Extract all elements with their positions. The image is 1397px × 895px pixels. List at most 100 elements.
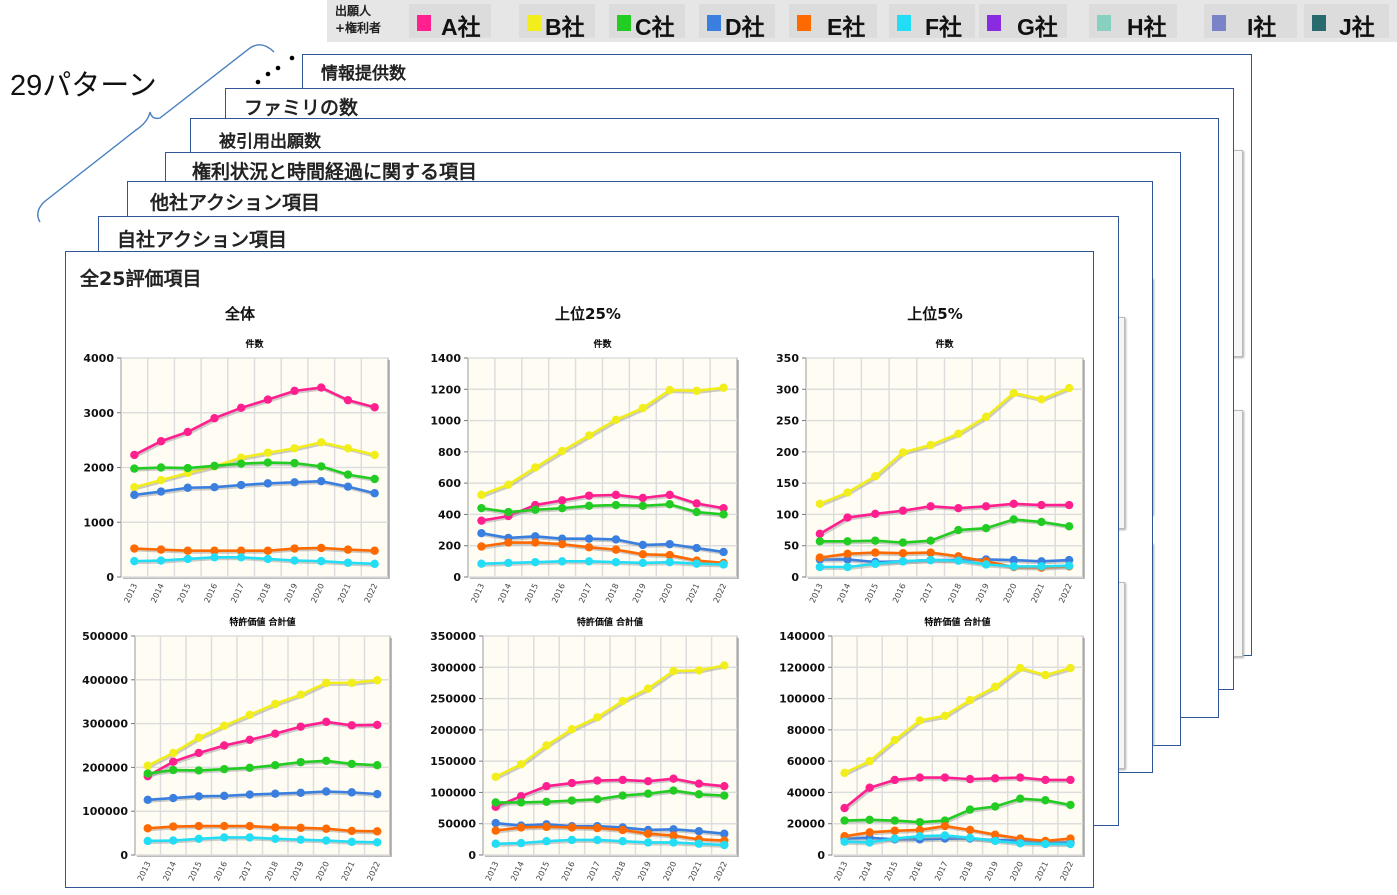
data-point: [593, 835, 602, 845]
data-point: [990, 682, 1000, 692]
y-tick-label: 0: [817, 849, 825, 862]
data-point: [890, 735, 899, 745]
data-point: [843, 513, 852, 522]
x-tick-label: 2022: [1059, 860, 1076, 882]
data-point: [719, 547, 728, 557]
data-point: [871, 559, 880, 569]
data-point: [322, 836, 331, 845]
data-point: [618, 696, 627, 706]
x-tick-label: 2015: [883, 860, 900, 882]
chart-subtitle: 件数: [935, 338, 954, 350]
data-point: [898, 506, 908, 515]
data-point: [290, 444, 299, 453]
x-tick-label: 2019: [283, 582, 300, 604]
data-point: [720, 781, 729, 791]
data-point: [531, 557, 540, 567]
data-point: [504, 538, 513, 547]
y-tick-label: 100000: [430, 786, 476, 799]
data-point: [669, 838, 678, 847]
data-point: [638, 403, 648, 413]
data-point: [477, 559, 486, 568]
data-point: [965, 805, 975, 814]
data-point: [169, 822, 178, 831]
x-tick-label: 2016: [891, 582, 908, 604]
data-point: [871, 536, 880, 545]
data-point: [296, 690, 305, 699]
data-point: [477, 529, 486, 538]
data-point: [143, 795, 152, 805]
x-tick-label: 2022: [712, 860, 729, 882]
data-point: [1037, 517, 1046, 527]
data-point: [271, 823, 280, 832]
data-point: [557, 503, 567, 513]
x-tick-label: 2022: [1057, 582, 1074, 604]
data-point: [954, 503, 963, 513]
x-tick-label: 2021: [685, 582, 702, 604]
data-point: [915, 817, 925, 827]
data-point: [296, 722, 305, 731]
data-point: [210, 553, 219, 562]
data-point: [1066, 800, 1075, 810]
data-point: [542, 837, 551, 846]
data-point: [584, 543, 594, 552]
chart-subtitle: 件数: [245, 338, 264, 350]
data-point: [694, 779, 704, 788]
data-point: [1041, 839, 1050, 849]
data-point: [618, 775, 627, 785]
x-tick-label: 2014: [161, 860, 178, 882]
data-point: [643, 789, 653, 798]
data-point: [531, 538, 540, 547]
data-point: [210, 461, 219, 471]
data-point: [1064, 522, 1074, 531]
y-tick-label: 80000: [787, 724, 826, 737]
x-tick-label: 2020: [1008, 860, 1025, 882]
data-point: [220, 833, 229, 842]
data-point: [1066, 775, 1075, 785]
chart-subtitle: 特許価値 合計値: [577, 616, 643, 628]
x-tick-label: 2017: [933, 860, 950, 882]
data-point: [990, 836, 1000, 846]
x-tick-label: 2021: [1033, 860, 1050, 882]
data-point: [940, 821, 950, 831]
data-point: [954, 556, 963, 565]
data-point: [245, 790, 254, 799]
y-tick-label: 1400: [430, 352, 461, 365]
data-point: [183, 546, 192, 555]
x-tick-label: 2021: [1030, 582, 1047, 604]
data-point: [236, 480, 246, 490]
y-tick-label: 250: [776, 415, 799, 428]
data-point: [516, 823, 526, 832]
data-point: [840, 803, 849, 813]
x-tick-label: 2018: [256, 582, 273, 604]
data-point: [130, 464, 139, 473]
y-tick-label: 300000: [82, 718, 128, 731]
data-point: [557, 496, 567, 505]
data-point: [926, 548, 935, 557]
data-point: [593, 776, 602, 785]
data-point: [692, 386, 701, 396]
data-point: [210, 483, 219, 492]
data-point: [347, 759, 356, 769]
data-point: [130, 490, 139, 500]
y-tick-label: 100000: [82, 805, 128, 818]
data-point: [504, 507, 513, 517]
data-point: [1064, 383, 1074, 393]
data-point: [317, 462, 326, 471]
data-point: [843, 537, 852, 546]
data-point: [840, 768, 849, 778]
data-point: [981, 523, 991, 533]
data-point: [611, 500, 621, 510]
data-point: [130, 544, 139, 553]
data-point: [263, 448, 273, 457]
data-point: [347, 826, 356, 836]
data-point: [665, 385, 674, 395]
data-point: [898, 557, 908, 566]
data-point: [156, 487, 166, 496]
data-point: [169, 757, 178, 766]
y-tick-label: 1200: [430, 383, 461, 396]
x-tick-label: 2017: [229, 582, 246, 604]
data-point: [477, 503, 486, 513]
x-tick-label: 2019: [631, 582, 648, 604]
data-point: [1016, 773, 1025, 782]
data-point: [343, 444, 353, 453]
